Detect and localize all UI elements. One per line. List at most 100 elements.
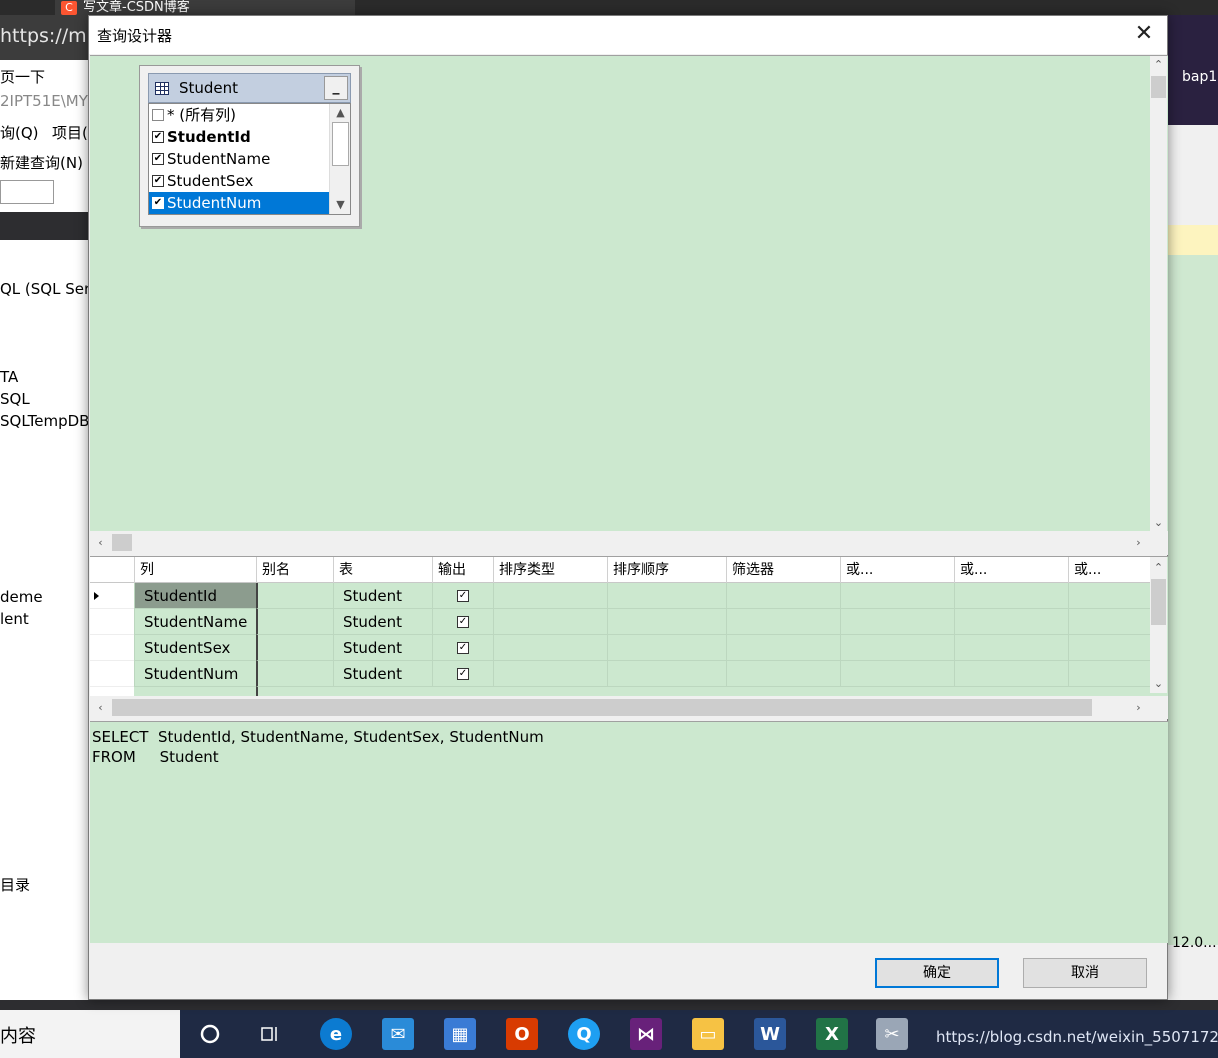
grid-cell-alias[interactable]: [256, 661, 333, 687]
diagram-hscrollbar[interactable]: ‹ ›: [90, 531, 1168, 555]
grid-cell[interactable]: [726, 583, 840, 609]
grid-header-sort-type[interactable]: 排序类型: [493, 557, 607, 583]
minimize-button[interactable]: _: [324, 76, 348, 100]
scroll-thumb[interactable]: [332, 122, 349, 166]
checkbox-checked-icon[interactable]: ✔: [152, 153, 164, 165]
checkbox-checked-icon[interactable]: ✔: [152, 175, 164, 187]
scroll-down-icon[interactable]: ⌄: [1150, 675, 1167, 692]
bg-tree-item[interactable]: 目录: [0, 874, 30, 895]
bg-tree-item[interactable]: SQL: [0, 390, 30, 408]
column-item-studentname[interactable]: ✔ StudentName: [149, 148, 329, 170]
scroll-left-icon[interactable]: ‹: [92, 534, 109, 551]
grid-header-or-1[interactable]: 或...: [840, 557, 954, 583]
grid-cell-table[interactable]: Student: [333, 661, 432, 687]
column-item-studentsex[interactable]: ✔ StudentSex: [149, 170, 329, 192]
table-window-student[interactable]: Student _ * (所有列) ✔ StudentId ✔ StudentN…: [139, 65, 360, 227]
grid-header-filter[interactable]: 筛选器: [726, 557, 840, 583]
grid-cell[interactable]: [493, 661, 607, 687]
grid-cell[interactable]: [726, 661, 840, 687]
checkbox-checked-icon[interactable]: ✓: [457, 590, 469, 602]
bg-tree-item[interactable]: lent: [0, 610, 29, 628]
grid-header-table[interactable]: 表: [333, 557, 432, 583]
grid-cell-column[interactable]: StudentSex: [134, 635, 256, 661]
sql-tool-icon[interactable]: ✂: [876, 1018, 908, 1050]
scroll-up-icon[interactable]: ⌃: [1150, 559, 1167, 576]
grid-cell-table[interactable]: Student: [333, 609, 432, 635]
bg-toolbar-item[interactable]: 新建查询(N): [0, 152, 83, 173]
grid-cell[interactable]: [493, 583, 607, 609]
checkbox-checked-icon[interactable]: ✓: [457, 642, 469, 654]
sql-pane[interactable]: SELECT StudentId, StudentName, StudentSe…: [90, 721, 1168, 943]
sql-line[interactable]: SELECT StudentId, StudentName, StudentSe…: [92, 728, 544, 746]
grid-header-sort-order[interactable]: 排序顺序: [607, 557, 726, 583]
grid-cell-column[interactable]: StudentId: [134, 583, 256, 609]
grid-cell[interactable]: [1068, 609, 1150, 635]
qq-browser-icon[interactable]: Q: [568, 1018, 600, 1050]
office-icon[interactable]: O: [506, 1018, 538, 1050]
grid-header-or-3[interactable]: 或...: [1068, 557, 1150, 583]
visual-studio-icon[interactable]: ⋈: [630, 1018, 662, 1050]
grid-hscrollbar[interactable]: ‹ ›: [90, 696, 1168, 719]
grid-cell-output[interactable]: ✓: [432, 583, 493, 609]
browser-address-bar[interactable]: https://mp: [0, 15, 99, 60]
row-selector[interactable]: [90, 635, 134, 661]
checkbox-unchecked-icon[interactable]: [152, 109, 164, 121]
bg-menu-item[interactable]: 询(Q): [0, 122, 39, 143]
task-view-icon[interactable]: [254, 1018, 286, 1050]
grid-cell[interactable]: [607, 583, 726, 609]
grid-cell[interactable]: [954, 635, 1068, 661]
bg-tree-item[interactable]: SQLTempDB: [0, 412, 88, 430]
cancel-button[interactable]: 取消: [1023, 958, 1147, 988]
file-explorer-icon[interactable]: ▭: [692, 1018, 724, 1050]
grid-cell[interactable]: [726, 635, 840, 661]
scroll-right-icon[interactable]: ›: [1130, 534, 1147, 551]
grid-row[interactable]: StudentNum Student ✓: [90, 661, 1150, 687]
sql-line[interactable]: FROM Student: [92, 748, 219, 766]
checkbox-checked-icon[interactable]: ✓: [457, 668, 469, 680]
taskbar-search[interactable]: 内容: [0, 1010, 180, 1058]
grid-cell-column[interactable]: StudentNum: [134, 661, 256, 687]
column-item-studentid[interactable]: ✔ StudentId: [149, 126, 329, 148]
scroll-left-icon[interactable]: ‹: [92, 699, 109, 716]
grid-row[interactable]: StudentId Student ✓: [90, 583, 1150, 609]
checkbox-checked-icon[interactable]: ✓: [457, 616, 469, 628]
column-item-all[interactable]: * (所有列): [149, 104, 329, 126]
grid-cell[interactable]: [954, 609, 1068, 635]
bg-combo[interactable]: [0, 180, 54, 204]
column-item-studentnum[interactable]: ✔ StudentNum: [149, 192, 329, 214]
store-icon[interactable]: ▦: [444, 1018, 476, 1050]
grid-cell[interactable]: [1068, 661, 1150, 687]
ok-button[interactable]: 确定: [875, 958, 999, 988]
close-icon[interactable]: ✕: [1129, 20, 1159, 50]
bg-tree-item[interactable]: QL (SQL Serv: [0, 280, 88, 298]
grid-cell[interactable]: [840, 609, 954, 635]
grid-cell-output[interactable]: ✓: [432, 661, 493, 687]
scroll-thumb[interactable]: [112, 699, 1092, 716]
scroll-up-icon[interactable]: ▲: [332, 104, 349, 121]
edge-icon[interactable]: e: [320, 1018, 352, 1050]
grid-cell[interactable]: [954, 661, 1068, 687]
diagram-pane[interactable]: Student _ * (所有列) ✔ StudentId ✔ StudentN…: [90, 55, 1168, 531]
scroll-thumb[interactable]: [1151, 579, 1166, 625]
scroll-right-icon[interactable]: ›: [1130, 699, 1147, 716]
grid-header-or-2[interactable]: 或...: [954, 557, 1068, 583]
grid-cell-alias[interactable]: [256, 583, 333, 609]
grid-cell[interactable]: [493, 635, 607, 661]
row-selector[interactable]: [90, 661, 134, 687]
grid-cell-column[interactable]: StudentName: [134, 609, 256, 635]
scroll-down-icon[interactable]: ⌄: [1150, 514, 1167, 531]
grid-cell[interactable]: [840, 661, 954, 687]
grid-cell[interactable]: [493, 609, 607, 635]
grid-cell[interactable]: [954, 583, 1068, 609]
scroll-thumb[interactable]: [112, 534, 132, 551]
bg-tree-item[interactable]: TA: [0, 368, 18, 386]
grid-row[interactable]: StudentSex Student ✓: [90, 635, 1150, 661]
row-selector[interactable]: [90, 609, 134, 635]
grid-vscrollbar[interactable]: ⌃ ⌄: [1150, 557, 1167, 693]
browser-tab[interactable]: C 写文章-CSDN博客: [55, 0, 355, 15]
scroll-down-icon[interactable]: ▼: [332, 196, 349, 213]
grid-cell[interactable]: [726, 609, 840, 635]
grid-cell-output[interactable]: ✓: [432, 635, 493, 661]
grid-header-column[interactable]: 列: [134, 557, 256, 583]
grid-cell[interactable]: [607, 609, 726, 635]
